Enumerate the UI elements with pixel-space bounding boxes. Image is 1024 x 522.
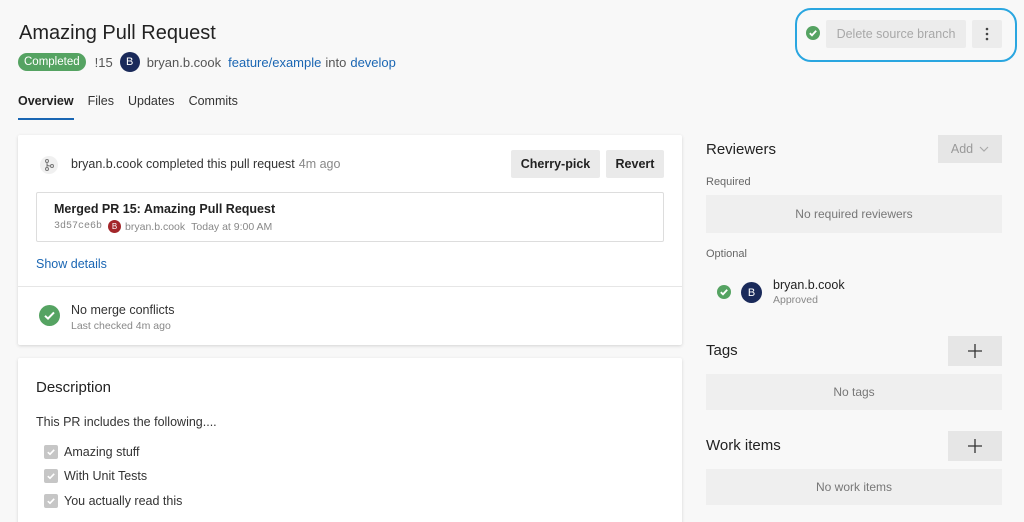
checkbox-checked-icon[interactable] [44,469,58,483]
commit-time: Today at 9:00 AM [191,220,273,233]
task-label: You actually read this [64,494,183,508]
optional-label: Optional [706,248,747,260]
merge-icon [40,156,58,174]
merge-commit-box[interactable]: Merged PR 15: Amazing Pull Request 3d57c… [36,192,664,242]
task-item: Amazing stuff [44,445,140,459]
add-tag-button[interactable] [948,336,1002,366]
work-items-empty: No work items [706,469,1002,505]
show-details-link[interactable]: Show details [36,257,107,271]
source-branch-link[interactable]: feature/example [228,55,321,70]
revert-button[interactable]: Revert [606,150,664,178]
reviewer-avatar[interactable]: B [741,282,762,303]
completion-text: bryan.b.cook completed this pull request [71,157,295,171]
last-checked-text: Last checked 4m ago [71,320,171,332]
tab-commits[interactable]: Commits [189,94,238,120]
task-item: You actually read this [44,494,182,508]
into-label: into [325,54,347,70]
description-card: Description This PR includes the followi… [18,358,682,522]
tab-updates[interactable]: Updates [128,94,175,120]
task-label: Amazing stuff [64,445,140,459]
author-avatar[interactable]: B [119,52,140,72]
merge-commit-meta: 3d57ce6b B bryan.b.cook Today at 9:00 AM [54,220,272,233]
more-vertical-icon [985,27,989,41]
task-item: With Unit Tests [44,469,147,483]
add-work-item-button[interactable] [948,431,1002,461]
tags-empty: No tags [706,374,1002,410]
status-badge: Completed [18,53,86,71]
tab-files[interactable]: Files [88,94,114,120]
commit-hash[interactable]: 3d57ce6b [54,221,102,232]
cherry-pick-button[interactable]: Cherry-pick [511,150,600,178]
plus-icon [968,439,982,453]
add-reviewer-label: Add [950,142,974,156]
tab-bar: Overview Files Updates Commits [18,94,252,120]
pr-number: !15 [94,54,113,70]
description-text: This PR includes the following.... [36,415,217,429]
card-divider [18,286,682,287]
tags-heading: Tags [706,342,738,359]
checkbox-checked-icon[interactable] [44,445,58,459]
completion-time: 4m ago [298,157,341,171]
merge-conflicts-status: No merge conflicts [71,303,175,317]
check-circle-icon [806,26,820,40]
delete-source-branch-button[interactable]: Delete source branch [826,20,966,48]
tab-overview[interactable]: Overview [18,94,74,120]
completion-card: bryan.b.cook completed this pull request… [18,135,682,345]
description-title: Description [36,379,112,396]
commit-author: bryan.b.cook [125,220,186,233]
pr-title: Amazing Pull Request [19,22,216,44]
checkbox-checked-icon[interactable] [44,494,58,508]
required-reviewers-empty: No required reviewers [706,195,1002,233]
required-label: Required [706,176,751,188]
pr-meta-row: Completed !15 B bryan.b.cook feature/exa… [18,52,396,72]
reviewer-status: Approved [773,294,818,306]
approved-check-icon [717,285,731,299]
completion-message: bryan.b.cook completed this pull request… [71,157,340,171]
chevron-down-icon [979,146,989,152]
plus-icon [968,344,982,358]
commit-author-avatar: B [108,220,122,233]
reviewer-name[interactable]: bryan.b.cook [773,278,845,292]
author-name[interactable]: bryan.b.cook [147,55,221,70]
more-actions-button[interactable] [972,20,1002,48]
reviewers-heading: Reviewers [706,141,777,158]
add-reviewer-button[interactable]: Add [938,135,1002,163]
merge-check-icon [39,305,60,326]
target-branch-link[interactable]: develop [350,55,396,70]
work-items-heading: Work items [706,437,781,454]
task-label: With Unit Tests [64,469,148,483]
merge-commit-title[interactable]: Merged PR 15: Amazing Pull Request [54,202,275,216]
